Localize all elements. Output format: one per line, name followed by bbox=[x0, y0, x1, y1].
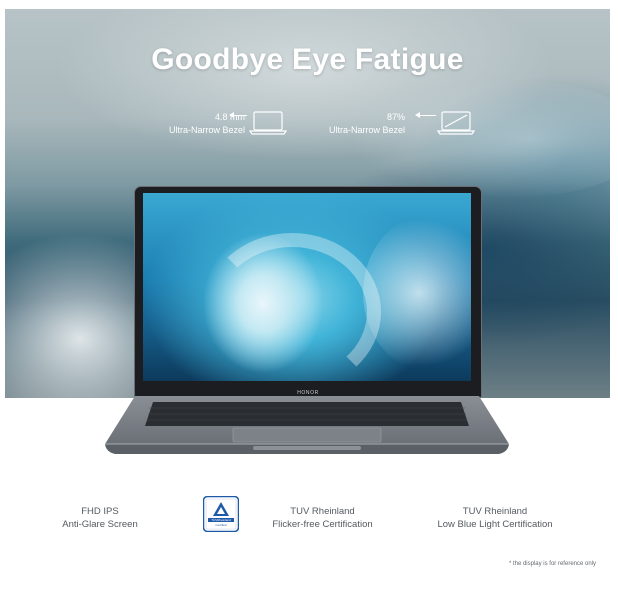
disclaimer-note: * the display is for reference only bbox=[508, 561, 596, 567]
spec-bezel-width-label: Ultra-Narrow Bezel bbox=[168, 125, 245, 135]
laptop-lid: HONOR bbox=[134, 186, 482, 398]
feature-low-blue-light-subtitle: Low Blue Light Certification bbox=[437, 519, 553, 530]
banner-title: Goodbye Eye Fatigue bbox=[151, 43, 464, 76]
spec-bezel-width-value: 4.8 mm bbox=[214, 112, 245, 122]
feature-flicker-free-subtitle: Flicker-free Certification bbox=[272, 519, 373, 530]
feature-fhd-ips-title: FHD IPS bbox=[81, 506, 119, 517]
arrow-left-icon bbox=[229, 112, 247, 118]
spec-screen-ratio-value: 87% bbox=[386, 112, 405, 122]
spec-bezel-width: 4.8 mm Ultra-Narrow Bezel bbox=[115, 111, 245, 137]
laptop-screen-ratio-icon bbox=[437, 111, 475, 135]
feature-flicker-free: TUV Rheinland Flicker-free Certification bbox=[255, 505, 390, 531]
tuv-certification-icon: TÜVRheinland Certified bbox=[203, 496, 239, 532]
wave-spray bbox=[363, 213, 471, 373]
spec-screen-ratio-label: Ultra-Narrow Bezel bbox=[328, 125, 405, 135]
feature-fhd-ips: FHD IPS Anti-Glare Screen bbox=[40, 505, 160, 531]
laptop-keyboard-deck bbox=[105, 396, 509, 454]
spec-screen-ratio: 87% Ultra-Narrow Bezel bbox=[305, 111, 405, 137]
wave-curl bbox=[203, 233, 381, 381]
feature-fhd-ips-subtitle: Anti-Glare Screen bbox=[62, 519, 138, 530]
arrow-left-icon bbox=[415, 112, 436, 118]
badge-text-bottom: Certified bbox=[215, 523, 227, 527]
badge-text-top: TÜVRheinland bbox=[211, 518, 231, 522]
feature-flicker-free-title: TUV Rheinland bbox=[290, 506, 355, 517]
laptop-screen-wave-image bbox=[143, 193, 471, 381]
feature-low-blue-light: TUV Rheinland Low Blue Light Certificati… bbox=[420, 505, 570, 531]
feature-low-blue-light-title: TUV Rheinland bbox=[462, 506, 528, 517]
laptop-outline-icon bbox=[249, 111, 287, 135]
